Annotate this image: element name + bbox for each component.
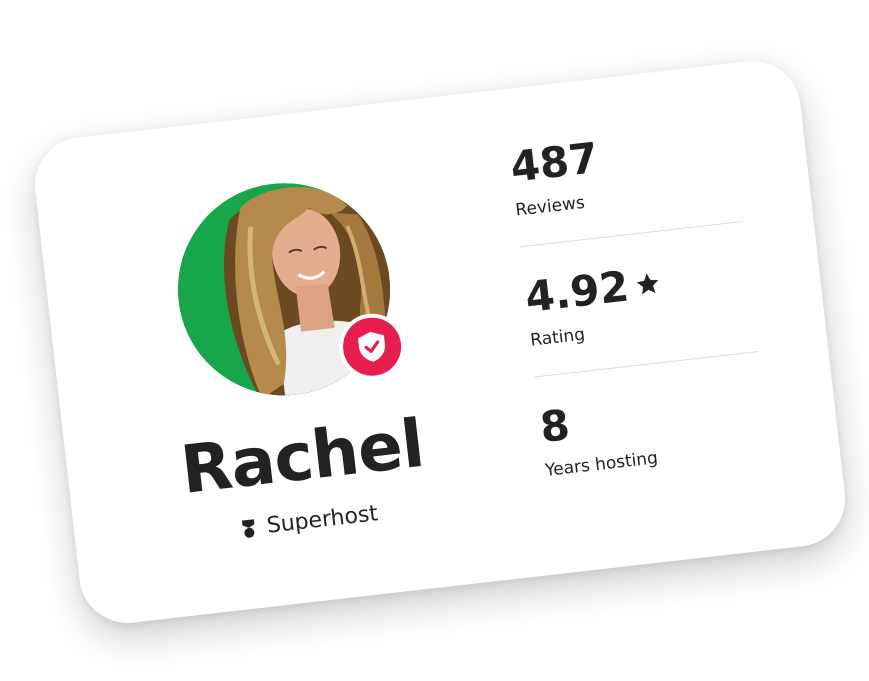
stat-years-hosting[interactable]: 8 Years hosting <box>538 382 770 481</box>
shield-check-icon <box>358 331 385 362</box>
superhost-label: Superhost <box>265 501 380 539</box>
stat-rating[interactable]: 4.92 Rating <box>523 252 755 351</box>
page-stage: Rachel Superhost 487 Reviews 4.92 Rating… <box>0 0 869 681</box>
stat-divider <box>534 351 759 378</box>
rating-value: 4.92 <box>522 261 632 322</box>
host-name: Rachel <box>177 404 428 509</box>
stat-divider <box>519 220 744 248</box>
avatar-container <box>166 171 409 407</box>
stat-reviews[interactable]: 487 Reviews <box>508 122 740 220</box>
superhost-icon <box>240 517 258 539</box>
host-stats: 487 Reviews 4.92 Rating 8 Years hosting <box>508 122 770 481</box>
star-icon <box>636 273 658 295</box>
host-profile-card[interactable]: Rachel Superhost 487 Reviews 4.92 Rating… <box>29 55 851 629</box>
